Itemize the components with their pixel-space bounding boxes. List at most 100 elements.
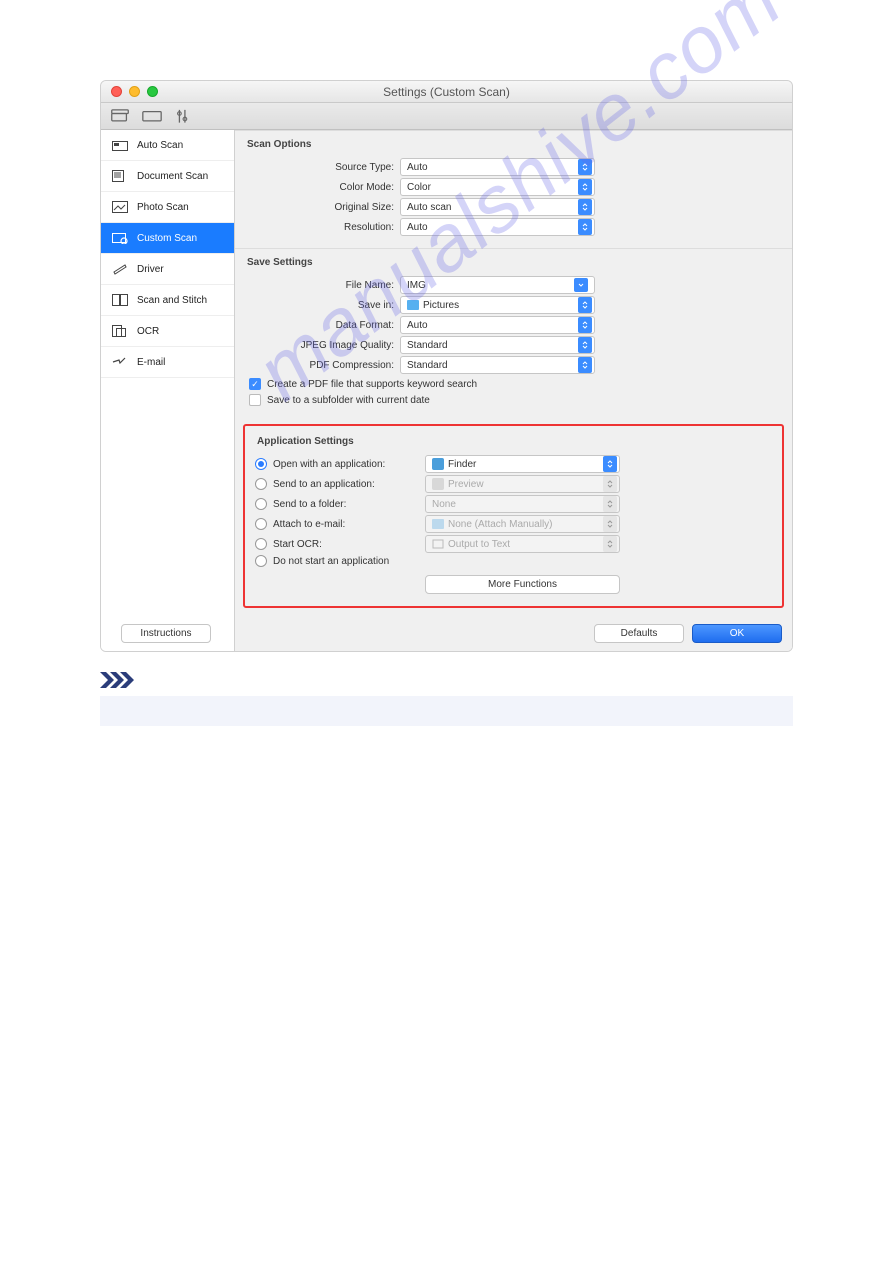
do-not-start-label: Do not start an application [273, 556, 389, 567]
sidebar: Auto Scan Document Scan Photo Scan Custo… [101, 130, 235, 651]
chevron-updown-icon [603, 456, 617, 472]
document-band [100, 696, 793, 726]
open-with-value: Finder [448, 459, 476, 470]
section-title: Scan Options [245, 137, 782, 156]
checkbox-icon: ✓ [249, 378, 261, 390]
start-ocr-select: Output to Text [425, 535, 620, 553]
radio-icon [255, 518, 267, 530]
email-icon [111, 355, 129, 369]
instructions-button[interactable]: Instructions [121, 624, 211, 643]
file-name-input[interactable]: IMG [400, 276, 595, 294]
scan-stitch-icon [111, 293, 129, 307]
open-with-select[interactable]: Finder [425, 455, 620, 473]
send-to-folder-label: Send to a folder: [273, 499, 346, 510]
sidebar-item-auto-scan[interactable]: Auto Scan [101, 130, 234, 161]
sidebar-item-photo-scan[interactable]: Photo Scan [101, 192, 234, 223]
scanner-from-computer-icon[interactable] [109, 107, 131, 125]
color-mode-select[interactable]: Color [400, 178, 595, 196]
document-scan-icon [111, 169, 129, 183]
original-size-label: Original Size: [245, 202, 400, 213]
jpeg-quality-value: Standard [407, 340, 448, 351]
sidebar-item-ocr[interactable]: OCR [101, 316, 234, 347]
original-size-value: Auto scan [407, 202, 451, 213]
chevron-down-icon [574, 278, 588, 292]
preferences-icon[interactable] [173, 107, 195, 125]
chevron-updown-icon [578, 337, 592, 353]
attach-email-select: None (Attach Manually) [425, 515, 620, 533]
save-in-value: Pictures [423, 300, 459, 311]
sidebar-item-email[interactable]: E-mail [101, 347, 234, 378]
file-name-label: File Name: [245, 280, 400, 291]
radio-icon [255, 478, 267, 490]
sidebar-item-custom-scan[interactable]: Custom Scan [101, 223, 234, 254]
original-size-select[interactable]: Auto scan [400, 198, 595, 216]
jpeg-quality-select[interactable]: Standard [400, 336, 595, 354]
pdf-keyword-check-row[interactable]: ✓ Create a PDF file that supports keywor… [245, 376, 782, 392]
chevron-updown-icon [603, 476, 617, 492]
send-to-app-select: Preview [425, 475, 620, 493]
photo-scan-icon [111, 200, 129, 214]
color-mode-value: Color [407, 182, 431, 193]
color-mode-label: Color Mode: [245, 182, 400, 193]
pdf-compression-select[interactable]: Standard [400, 356, 595, 374]
ok-button[interactable]: OK [692, 624, 782, 643]
chevron-updown-icon [603, 536, 617, 552]
resolution-value: Auto [407, 222, 428, 233]
chevron-updown-icon [578, 219, 592, 235]
zoom-icon[interactable] [147, 86, 158, 97]
do-not-start-radio[interactable]: Do not start an application [255, 555, 425, 567]
settings-window: Settings (Custom Scan) Auto Scan Documen… [100, 80, 793, 652]
radio-icon [255, 458, 267, 470]
data-format-select[interactable]: Auto [400, 316, 595, 334]
toolbar [101, 103, 792, 130]
window-title: Settings (Custom Scan) [101, 85, 792, 99]
source-type-value: Auto [407, 162, 428, 173]
send-to-app-radio[interactable]: Send to an application: [255, 478, 425, 490]
defaults-button[interactable]: Defaults [594, 624, 684, 643]
subfolder-check-row[interactable]: Save to a subfolder with current date [245, 392, 782, 408]
save-in-select[interactable]: Pictures [400, 296, 595, 314]
minimize-icon[interactable] [129, 86, 140, 97]
jpeg-quality-label: JPEG Image Quality: [245, 340, 400, 351]
more-functions-button[interactable]: More Functions [425, 575, 620, 594]
open-with-radio[interactable]: Open with an application: [255, 458, 425, 470]
main-panel: Scan Options Source Type: Auto Color Mod… [235, 130, 792, 651]
send-to-folder-value: None [432, 499, 456, 510]
attach-email-radio[interactable]: Attach to e-mail: [255, 518, 425, 530]
decorative-chevrons [100, 672, 893, 688]
resolution-select[interactable]: Auto [400, 218, 595, 236]
sidebar-item-driver[interactable]: Driver [101, 254, 234, 285]
preview-icon [432, 478, 444, 490]
resolution-label: Resolution: [245, 222, 400, 233]
app-icon [432, 539, 444, 549]
start-ocr-radio[interactable]: Start OCR: [255, 538, 425, 550]
source-type-label: Source Type: [245, 162, 400, 173]
data-format-value: Auto [407, 320, 428, 331]
scanner-from-panel-icon[interactable] [141, 107, 163, 125]
source-type-select[interactable]: Auto [400, 158, 595, 176]
folder-icon [407, 300, 419, 310]
radio-icon [255, 498, 267, 510]
sidebar-item-label: Driver [137, 264, 164, 275]
folder-icon [432, 519, 444, 529]
send-to-app-value: Preview [448, 479, 484, 490]
start-ocr-label: Start OCR: [273, 539, 322, 550]
radio-icon [255, 538, 267, 550]
send-to-folder-radio[interactable]: Send to a folder: [255, 498, 425, 510]
subfolder-label: Save to a subfolder with current date [267, 395, 430, 406]
titlebar: Settings (Custom Scan) [101, 81, 792, 103]
sidebar-item-label: Auto Scan [137, 140, 183, 151]
driver-icon [111, 262, 129, 276]
data-format-label: Data Format: [245, 320, 400, 331]
close-icon[interactable] [111, 86, 122, 97]
sidebar-item-label: Custom Scan [137, 233, 197, 244]
pdf-compression-value: Standard [407, 360, 448, 371]
custom-scan-icon [111, 231, 129, 245]
open-with-label: Open with an application: [273, 459, 385, 470]
chevron-updown-icon [578, 357, 592, 373]
chevron-updown-icon [578, 297, 592, 313]
sidebar-item-scan-stitch[interactable]: Scan and Stitch [101, 285, 234, 316]
chevron-updown-icon [578, 317, 592, 333]
sidebar-item-document-scan[interactable]: Document Scan [101, 161, 234, 192]
save-in-label: Save in: [245, 300, 400, 311]
